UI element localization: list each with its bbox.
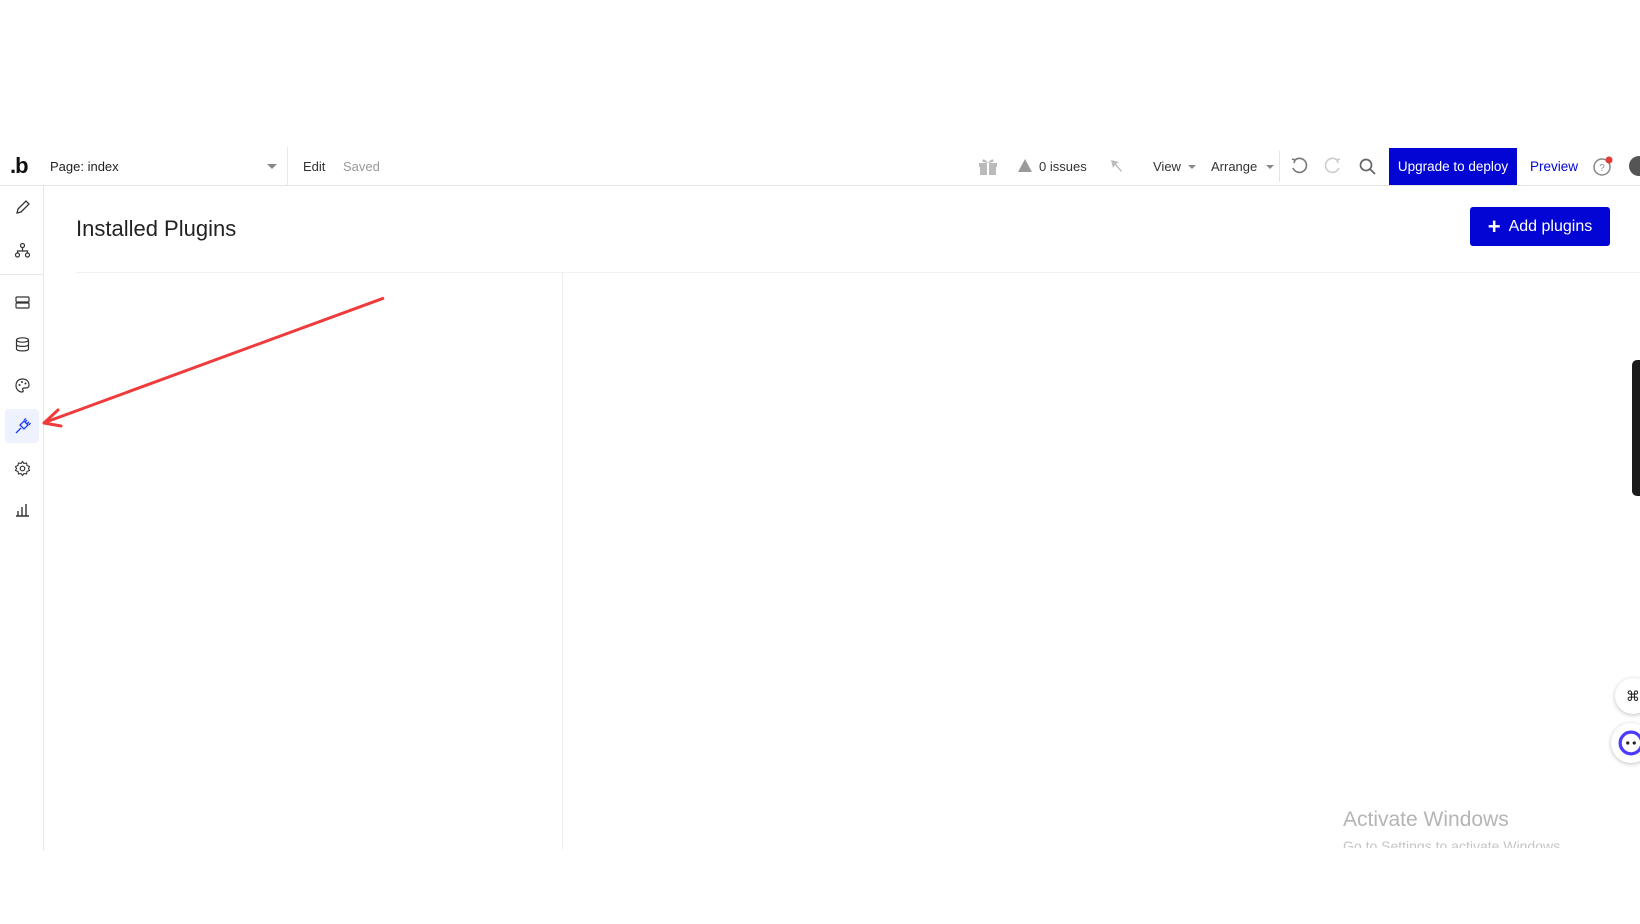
undo-icon[interactable] <box>1289 156 1309 176</box>
header-divider <box>76 272 1640 273</box>
svg-text:?: ? <box>1599 163 1605 174</box>
preview-button[interactable]: Preview <box>1530 159 1578 174</box>
sidebar-divider <box>0 274 44 275</box>
arrange-chevron-down-icon <box>1266 165 1274 169</box>
sidebar-item-design[interactable] <box>5 190 39 224</box>
plug-icon <box>15 417 31 433</box>
gift-icon[interactable] <box>977 156 999 176</box>
windows-activation-title: Activate Windows <box>1343 808 1509 831</box>
add-plugins-label: Add plugins <box>1508 217 1593 235</box>
toolbar-divider <box>1279 151 1280 182</box>
plus-icon: + <box>1487 213 1501 239</box>
bubble-logo[interactable]: .b <box>10 153 29 179</box>
sidebar-item-logs[interactable] <box>5 492 39 526</box>
gear-icon <box>14 460 30 476</box>
pencil-icon <box>15 199 30 214</box>
edit-menu[interactable]: Edit <box>303 159 325 174</box>
warning-icon <box>1018 159 1032 172</box>
server-icon <box>14 295 30 309</box>
plugin-list-divider <box>562 273 563 850</box>
right-panel-handle[interactable] <box>1632 360 1640 496</box>
sidebar-item-styles[interactable] <box>5 368 39 402</box>
editor-app: .b Page: index Edit Saved 0 issues View … <box>0 147 1640 850</box>
view-chevron-down-icon <box>1188 165 1196 169</box>
sidebar-item-settings[interactable] <box>5 451 39 485</box>
help-icon[interactable]: ? <box>1592 155 1614 177</box>
windows-activation-subtitle: Go to Settings to activate Windows. <box>1343 838 1564 848</box>
left-sidebar <box>0 186 44 850</box>
sidebar-item-backend[interactable] <box>5 285 39 319</box>
palette-icon <box>14 377 30 393</box>
sidebar-item-data[interactable] <box>5 327 39 361</box>
redo-icon[interactable] <box>1323 156 1343 176</box>
arrange-menu[interactable]: Arrange <box>1211 159 1257 174</box>
sidebar-item-workflow[interactable] <box>5 233 39 267</box>
sidebar-item-plugins[interactable] <box>5 409 39 443</box>
page-selector[interactable]: Page: index <box>44 147 288 186</box>
database-icon <box>15 336 29 351</box>
plugins-panel: Installed Plugins + Add plugins <box>44 186 1640 850</box>
add-plugins-button[interactable]: + Add plugins <box>1470 207 1610 246</box>
chevron-down-icon <box>267 164 277 169</box>
page-title: Installed Plugins <box>76 216 237 241</box>
search-icon[interactable] <box>1358 157 1378 177</box>
save-status: Saved <box>343 159 380 174</box>
hierarchy-icon <box>14 242 30 258</box>
view-menu[interactable]: View <box>1153 159 1181 174</box>
page-selector-label: Page: index <box>50 159 119 174</box>
top-toolbar: .b Page: index Edit Saved 0 issues View … <box>0 147 1640 186</box>
bar-chart-icon <box>15 503 29 517</box>
issues-counter[interactable]: 0 issues <box>1039 159 1087 174</box>
cursor-icon[interactable] <box>1108 157 1126 175</box>
avatar[interactable] <box>1629 156 1640 176</box>
upgrade-to-deploy-button[interactable]: Upgrade to deploy <box>1389 148 1517 185</box>
